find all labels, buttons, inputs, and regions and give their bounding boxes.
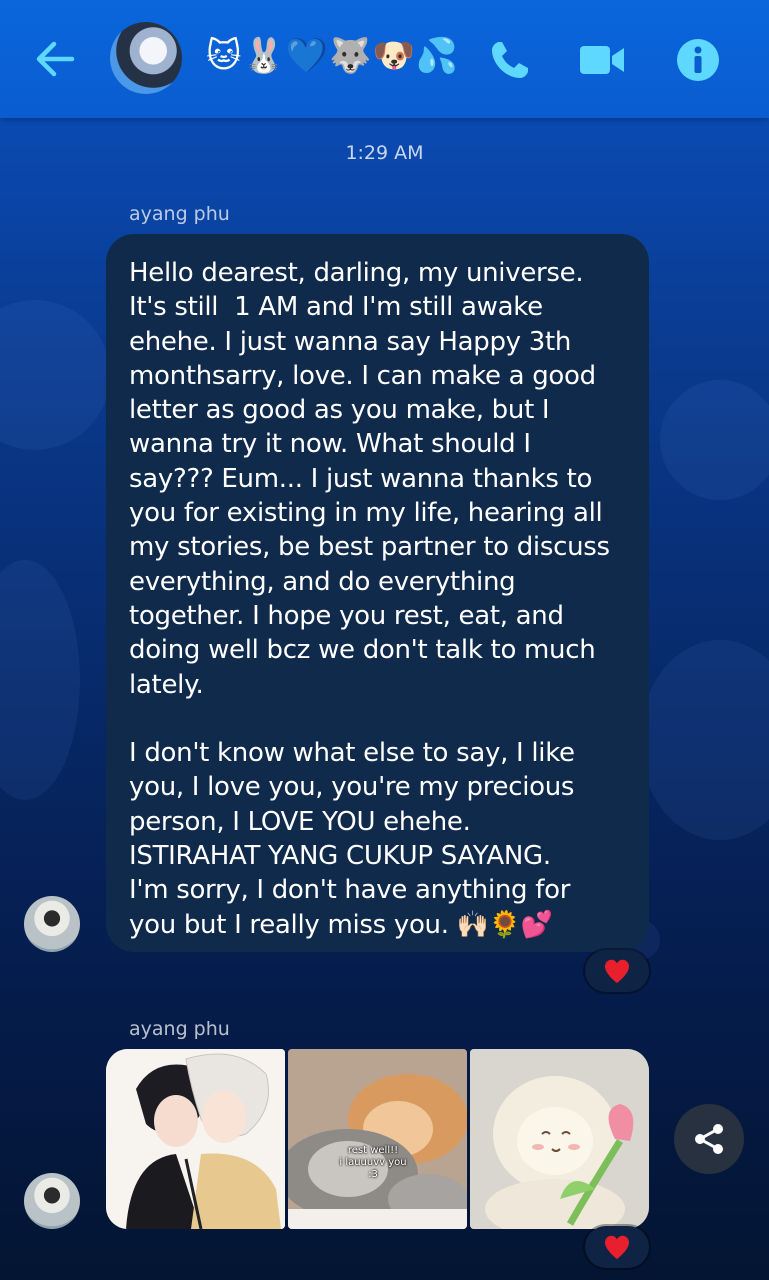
contact-avatar[interactable] [110, 22, 182, 94]
chat-header: 🐱🐰💙🐺🐶💦 [0, 0, 769, 118]
sender-name: ayang phu [129, 1018, 230, 1040]
info-icon[interactable] [672, 34, 724, 86]
heart-reaction[interactable] [585, 1226, 649, 1268]
photo-sleeping-kittens[interactable]: rest well!! i lauuuvv you :3 [288, 1049, 467, 1229]
heart-reaction[interactable] [585, 950, 649, 992]
sender-name: ayang phu [129, 203, 230, 225]
message-text: Hello dearest, darling, my universe. It'… [129, 258, 610, 940]
back-arrow-icon[interactable] [32, 38, 78, 80]
photo-attachments: rest well!! i lauuuvv you :3 [106, 1049, 649, 1229]
message-bubble[interactable]: Hello dearest, darling, my universe. It'… [106, 234, 649, 952]
phone-icon[interactable] [484, 34, 536, 86]
photo-anime-couple[interactable] [106, 1049, 285, 1229]
heart-icon [605, 959, 629, 983]
photo-plush-sheep[interactable] [470, 1049, 649, 1229]
chat-title[interactable]: 🐱🐰💙🐺🐶💦 [206, 36, 459, 76]
share-icon[interactable] [674, 1104, 744, 1174]
photo-caption: rest well!! i lauuuvv you :3 [339, 1145, 407, 1180]
sender-avatar[interactable] [24, 1173, 80, 1229]
heart-icon [605, 1235, 629, 1259]
sender-avatar[interactable] [24, 896, 80, 952]
video-camera-icon[interactable] [576, 34, 628, 86]
message-timestamp: 1:29 AM [345, 142, 424, 164]
